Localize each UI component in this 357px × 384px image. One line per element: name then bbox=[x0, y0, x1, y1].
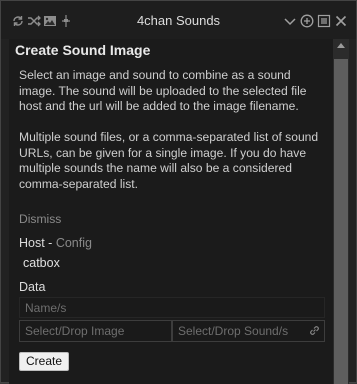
create-sound-image-panel: Create Sound Image Select an image and s… bbox=[9, 39, 333, 384]
data-label: Data bbox=[19, 280, 46, 294]
dismiss-link[interactable]: Dismiss bbox=[19, 212, 61, 226]
panel-heading: Create Sound Image bbox=[15, 42, 151, 58]
description-paragraph-1: Select an image and sound to combine as … bbox=[19, 68, 307, 113]
scroll-thumb[interactable] bbox=[334, 59, 348, 384]
config-link[interactable]: Config bbox=[56, 236, 92, 250]
names-input[interactable]: Name/s bbox=[19, 297, 325, 318]
image-input[interactable]: Select/Drop Image bbox=[19, 320, 172, 342]
host-label-text: Host bbox=[19, 236, 45, 250]
link-icon[interactable] bbox=[309, 325, 320, 339]
description-paragraph-2: Multiple sound files, or a comma-separat… bbox=[19, 130, 319, 191]
scrollbar[interactable] bbox=[333, 39, 349, 384]
add-icon[interactable] bbox=[300, 14, 314, 28]
host-select[interactable]: catbox bbox=[23, 256, 60, 270]
host-label: Host - Config bbox=[19, 236, 92, 250]
create-button[interactable]: Create bbox=[19, 352, 69, 371]
playlist-icon[interactable] bbox=[317, 14, 331, 28]
sounds-window: 4chan Sounds Create Sound Image Select a… bbox=[0, 0, 357, 384]
close-icon[interactable] bbox=[334, 14, 348, 28]
host-separator: - bbox=[44, 236, 56, 250]
sound-input[interactable]: Select/Drop Sound/s bbox=[172, 320, 325, 342]
panel-description: Select an image and sound to combine as … bbox=[19, 68, 329, 192]
scroll-up-icon[interactable] bbox=[337, 43, 345, 48]
title-bar[interactable]: 4chan Sounds bbox=[1, 1, 356, 39]
sound-input-placeholder: Select/Drop Sound/s bbox=[178, 324, 289, 338]
window-controls bbox=[283, 14, 348, 28]
chevron-down-icon[interactable] bbox=[283, 14, 297, 28]
